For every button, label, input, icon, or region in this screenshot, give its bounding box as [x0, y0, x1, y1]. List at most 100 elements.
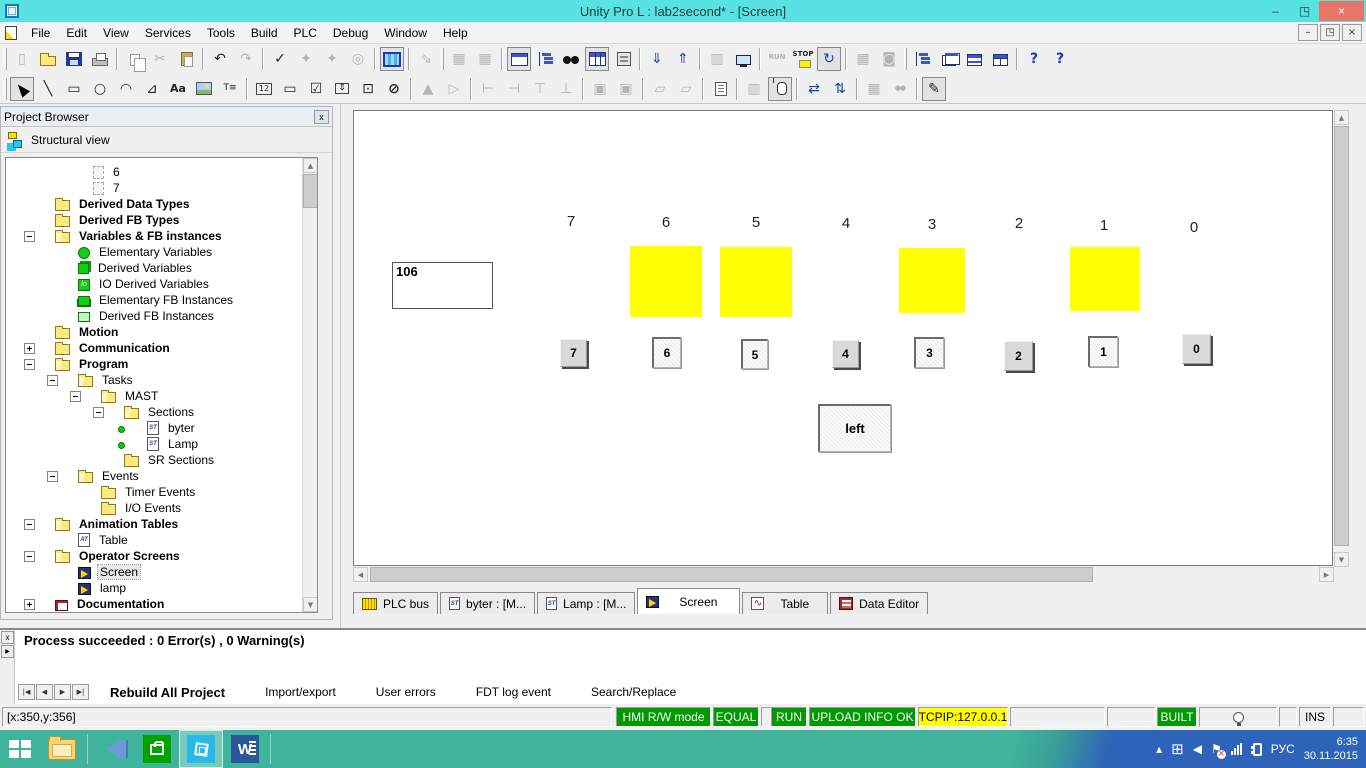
- bit-button-2[interactable]: 2: [1004, 341, 1033, 371]
- hidden-icons-chevron-icon[interactable]: ▴: [1156, 742, 1162, 756]
- mouse-interaction-icon[interactable]: [768, 76, 792, 101]
- tab-search-replace[interactable]: Search/Replace: [573, 683, 694, 702]
- menu-debug[interactable]: Debug: [325, 24, 376, 42]
- bit-button-1[interactable]: 1: [1088, 336, 1118, 367]
- scroll-thumb[interactable]: [303, 174, 317, 208]
- scroll-up-icon[interactable]: ▲: [303, 158, 317, 173]
- open-folder-icon[interactable]: [36, 47, 60, 71]
- left-button[interactable]: left: [818, 404, 891, 452]
- output-expand-icon[interactable]: ▶: [1, 645, 14, 658]
- undo-icon[interactable]: ↶: [208, 47, 232, 71]
- module-config-icon[interactable]: ▦: [851, 47, 875, 71]
- tab-data-editor[interactable]: Data Editor: [830, 592, 929, 614]
- tab-first-icon[interactable]: |◀: [18, 684, 35, 700]
- editor-vertical-scrollbar[interactable]: ▲ ▼: [1334, 110, 1349, 567]
- search-binoculars-icon[interactable]: [559, 47, 583, 71]
- expand-icon[interactable]: [24, 342, 35, 354]
- properties-sheet-icon[interactable]: [708, 77, 732, 101]
- module-grid-icon[interactable]: ▦: [862, 77, 886, 101]
- restore-button[interactable]: ◳: [1290, 1, 1319, 21]
- pattern-insert2-icon[interactable]: ▦: [473, 47, 497, 71]
- rack-preview-icon[interactable]: ▥: [742, 77, 766, 101]
- paste-icon[interactable]: [174, 47, 198, 71]
- select-cursor-icon[interactable]: [10, 76, 34, 101]
- menu-build[interactable]: Build: [243, 24, 286, 42]
- project-wrench-icon[interactable]: ✦: [320, 47, 344, 71]
- tree-scrollbar[interactable]: ▲ ▼: [302, 158, 317, 612]
- plc-rack-icon[interactable]: ▥: [705, 47, 729, 71]
- tab-plc-bus[interactable]: PLC bus: [353, 592, 439, 614]
- tree-item-derived-data-types[interactable]: Derived Data Types: [6, 196, 192, 212]
- tree-item-tasks[interactable]: Tasks: [6, 372, 135, 388]
- print-icon[interactable]: [88, 47, 112, 71]
- word-icon[interactable]: W: [223, 730, 267, 768]
- scroll-down-icon[interactable]: ▼: [1334, 552, 1349, 567]
- align-right-icon[interactable]: ⊣: [502, 77, 526, 101]
- minimize-button[interactable]: –: [1261, 1, 1290, 21]
- tree-item-timer-events[interactable]: Timer Events: [6, 484, 197, 500]
- cascade-windows-icon[interactable]: [936, 47, 960, 71]
- scroll-up-icon[interactable]: ▲: [1334, 110, 1349, 125]
- collapse-icon[interactable]: [47, 374, 58, 386]
- ungroup-icon[interactable]: ▣: [614, 77, 638, 101]
- link-order-icon[interactable]: ⇅: [828, 77, 852, 101]
- windows-tray-icon[interactable]: ⊞: [1171, 740, 1184, 758]
- structural-view-icon[interactable]: [533, 47, 557, 71]
- volume-app-icon[interactable]: [91, 730, 135, 768]
- mdi-close-button[interactable]: ×: [1342, 24, 1362, 41]
- editor-horizontal-scrollbar[interactable]: ◀ ▶: [353, 567, 1334, 582]
- align-top-icon[interactable]: ⊤: [528, 77, 552, 101]
- collapse-icon[interactable]: [70, 390, 81, 402]
- collapse-icon[interactable]: [24, 358, 35, 370]
- library-browser-icon[interactable]: [611, 47, 635, 71]
- button-tool-icon[interactable]: ▭: [278, 77, 302, 101]
- redo-icon[interactable]: ↷: [234, 47, 258, 71]
- text-tool-icon[interactable]: Aa: [166, 77, 190, 101]
- new-icon[interactable]: ▯: [10, 47, 34, 71]
- polygon-tool-icon[interactable]: ⊿: [140, 77, 164, 101]
- tree-item-variables-fb-instances[interactable]: Variables & FB instances: [6, 228, 224, 244]
- collapse-icon[interactable]: [24, 550, 35, 562]
- tree-item[interactable]: 6: [6, 164, 122, 180]
- tree-item-io-derived-variables[interactable]: io IO Derived Variables: [6, 276, 211, 292]
- tree-item-lamp-screen[interactable]: lamp: [6, 580, 128, 596]
- bring-front-icon[interactable]: ▱: [648, 77, 672, 101]
- collapse-icon[interactable]: [24, 518, 35, 530]
- collapse-icon[interactable]: [24, 230, 35, 242]
- line-tool-icon[interactable]: ╲: [36, 77, 60, 101]
- tab-prev-icon[interactable]: ◀: [36, 684, 53, 700]
- image-tool-icon[interactable]: [192, 77, 216, 101]
- mdi-minimize-button[interactable]: –: [1298, 24, 1318, 41]
- mdi-restore-button[interactable]: ◳: [1320, 24, 1340, 41]
- screen-search-icon[interactable]: ●●: [888, 77, 912, 101]
- start-button[interactable]: [0, 730, 40, 768]
- tree-item-elementary-variables[interactable]: Elementary Variables: [6, 244, 214, 260]
- tab-last-icon[interactable]: ▶|: [72, 684, 89, 700]
- arc-tool-icon[interactable]: ◠: [114, 77, 138, 101]
- tree-item-events[interactable]: Events: [6, 468, 141, 484]
- tree-item-derived-fb-instances[interactable]: Derived FB Instances: [6, 308, 216, 324]
- send-back-icon[interactable]: ▱: [674, 77, 698, 101]
- data-editor-table-icon[interactable]: [585, 47, 609, 71]
- scroll-down-icon[interactable]: ▼: [303, 597, 317, 612]
- speaker-icon[interactable]: ◀: [1193, 742, 1202, 756]
- copy-icon[interactable]: [122, 47, 146, 72]
- hierarchy-view-icon[interactable]: [910, 47, 934, 71]
- context-help-icon[interactable]: ?: [1048, 47, 1072, 71]
- checkbox-tool-icon[interactable]: ☑: [304, 77, 328, 101]
- unity-pro-taskbar-icon[interactable]: [179, 730, 223, 768]
- tree-item-motion[interactable]: Motion: [6, 324, 120, 340]
- menu-plc[interactable]: PLC: [286, 24, 325, 42]
- tab-order-icon[interactable]: ⇄: [802, 77, 826, 101]
- tab-fdt-log-event[interactable]: FDT log event: [458, 683, 569, 702]
- menu-tools[interactable]: Tools: [199, 24, 243, 42]
- group-icon[interactable]: ▣: [588, 77, 612, 101]
- stop-icon[interactable]: STOP: [791, 47, 815, 71]
- collapse-icon[interactable]: [47, 470, 58, 482]
- validate-icon[interactable]: ✓: [268, 47, 292, 71]
- scroll-thumb[interactable]: [1334, 126, 1349, 546]
- zoom-project-icon[interactable]: ◎: [346, 47, 370, 71]
- cut-icon[interactable]: ✂: [148, 47, 172, 71]
- counter-display-icon[interactable]: 12: [252, 77, 276, 101]
- tree-item[interactable]: 7: [6, 180, 122, 196]
